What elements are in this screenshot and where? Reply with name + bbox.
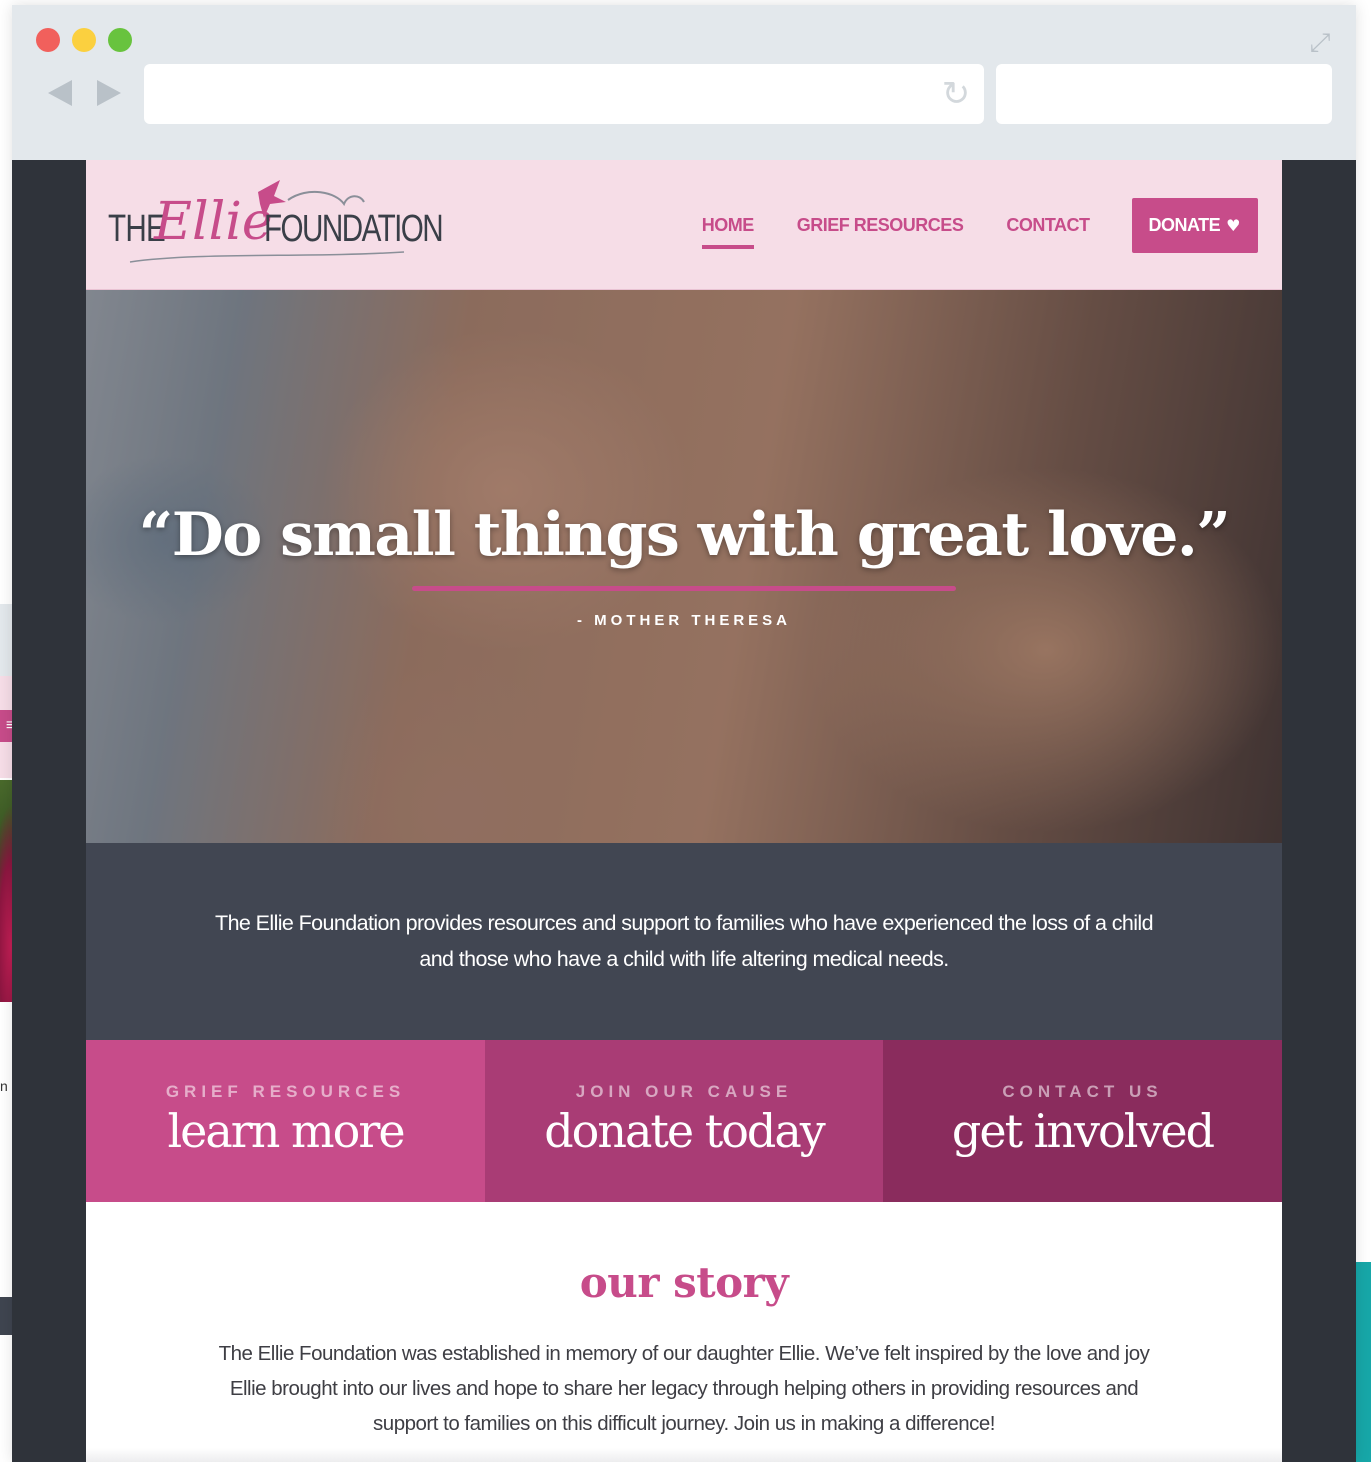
donate-button[interactable]: DONATE ♥ xyxy=(1132,197,1258,253)
nav-grief-resources[interactable]: GRIEF RESOURCES xyxy=(797,215,964,236)
cta-label: get involved xyxy=(951,1104,1215,1158)
back-arrow-icon[interactable] xyxy=(48,80,72,106)
nav-contact[interactable]: CONTACT xyxy=(1006,215,1090,236)
mission-statement: The Ellie Foundation provides resources … xyxy=(215,911,1154,971)
close-window-icon[interactable] xyxy=(36,28,60,52)
cta-kicker: GRIEF RESOURCES xyxy=(165,1082,406,1101)
our-story-section: our story The Ellie Foundation was estab… xyxy=(86,1202,1282,1462)
cta-kicker: JOIN OUR CAUSE xyxy=(575,1082,793,1101)
zoom-window-icon[interactable] xyxy=(108,28,132,52)
ellie-foundation-logo[interactable]: THE Ellie FOUNDATION xyxy=(108,172,444,278)
main-navigation: HOME GRIEF RESOURCES CONTACT DONATE ♥ xyxy=(701,197,1258,253)
cta-learn-more[interactable]: GRIEF RESOURCES learn more xyxy=(86,1040,485,1202)
browser-chrome: ↻ ⤢ xyxy=(12,5,1356,160)
expand-icon[interactable]: ⤢ xyxy=(1306,29,1334,57)
reload-icon[interactable]: ↻ xyxy=(938,76,974,112)
forward-arrow-icon[interactable] xyxy=(97,80,121,106)
website-viewport: THE Ellie FOUNDATION HOME GRIEF RESOURCE… xyxy=(86,160,1282,1462)
cta-get-involved[interactable]: CONTACT US get involved xyxy=(883,1040,1282,1202)
bottom-fade xyxy=(86,1448,1282,1462)
nav-home[interactable]: HOME xyxy=(701,215,754,249)
logo-ellie-script: Ellie xyxy=(154,192,273,252)
hero-quote: “Do small things with great love.” xyxy=(138,500,1231,570)
story-heading: our story xyxy=(579,1258,789,1307)
hero-quote-author: - MOTHER THERESA xyxy=(577,612,791,629)
minimize-window-icon[interactable] xyxy=(72,28,96,52)
cta-kicker: CONTACT US xyxy=(1002,1082,1163,1101)
heart-icon: ♥ xyxy=(1226,215,1240,235)
story-body: The Ellie Foundation was established in … xyxy=(218,1342,1150,1435)
browser-search-field[interactable] xyxy=(996,64,1332,124)
mission-section: The Ellie Foundation provides resources … xyxy=(86,843,1282,1040)
donate-label: DONATE xyxy=(1148,214,1221,235)
address-bar[interactable]: ↻ xyxy=(144,64,984,124)
cta-donate-today[interactable]: JOIN OUR CAUSE donate today xyxy=(485,1040,883,1202)
hero-divider xyxy=(412,586,956,591)
mobile-text-fragment: n xyxy=(0,1078,8,1094)
cta-label: donate today xyxy=(544,1104,826,1158)
hero-section: “Do small things with great love.” - MOT… xyxy=(86,290,1282,843)
site-header: THE Ellie FOUNDATION HOME GRIEF RESOURCE… xyxy=(86,160,1282,290)
cta-label: learn more xyxy=(167,1104,405,1158)
logo-foundation: FOUNDATION xyxy=(264,208,444,250)
